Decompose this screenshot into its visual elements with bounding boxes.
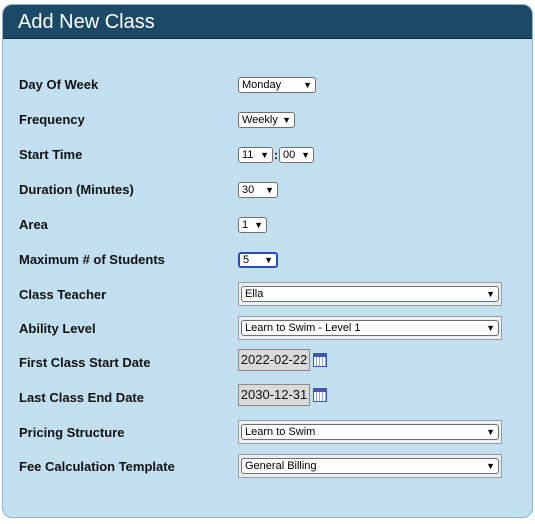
row-area: Area 1 ▼ <box>19 216 519 241</box>
start-hour-value: 11 <box>242 148 254 161</box>
fee-template-wrapper: General Billing ▼ <box>238 454 502 478</box>
max-students-select[interactable]: 5 ▼ <box>238 251 278 268</box>
time-separator: : <box>274 147 278 162</box>
row-class-teacher: Class Teacher Ella ▼ <box>19 282 519 311</box>
row-duration: Duration (Minutes) 30 ▼ <box>19 181 519 206</box>
max-students-label: Maximum # of Students <box>19 252 165 267</box>
last-class-end-input[interactable]: 2030-12-31 <box>238 384 310 406</box>
duration-value: 30 <box>242 183 255 196</box>
fee-template-value: General Billing <box>245 459 317 472</box>
area-value: 1 <box>242 218 249 231</box>
area-label: Area <box>19 217 48 232</box>
start-minute-select[interactable]: 00 ▼ <box>279 146 314 163</box>
ability-level-value: Learn to Swim - Level 1 <box>245 321 361 334</box>
add-class-panel: Add New Class Day Of Week Monday ▼ Frequ… <box>2 4 533 518</box>
pricing-structure-wrapper: Learn to Swim ▼ <box>238 420 502 444</box>
pricing-structure-value: Learn to Swim <box>245 425 316 438</box>
fee-template-label: Fee Calculation Template <box>19 459 175 474</box>
pricing-structure-label: Pricing Structure <box>19 425 125 440</box>
day-of-week-value: Monday <box>242 78 282 91</box>
ability-level-label: Ability Level <box>19 321 96 336</box>
chevron-down-icon: ▼ <box>486 426 495 437</box>
chevron-down-icon: ▼ <box>486 322 495 333</box>
start-minute-value: 00 <box>283 148 296 161</box>
row-last-class-end: Last Class End Date 2030-12-31 <box>19 384 519 414</box>
calendar-icon[interactable] <box>313 353 327 367</box>
day-of-week-label: Day Of Week <box>19 77 99 92</box>
duration-select[interactable]: 30 ▼ <box>238 181 278 198</box>
duration-label: Duration (Minutes) <box>19 182 134 197</box>
ability-level-wrapper: Learn to Swim - Level 1 ▼ <box>238 316 502 340</box>
chevron-down-icon: ▼ <box>301 149 310 160</box>
ability-level-select[interactable]: Learn to Swim - Level 1 ▼ <box>241 319 499 336</box>
row-pricing-structure: Pricing Structure Learn to Swim ▼ <box>19 420 519 449</box>
first-class-start-label: First Class Start Date <box>19 355 151 370</box>
start-time-label: Start Time <box>19 147 83 162</box>
frequency-label: Frequency <box>19 112 85 127</box>
chevron-down-icon: ▼ <box>264 254 273 265</box>
class-teacher-label: Class Teacher <box>19 287 107 302</box>
row-first-class-start: First Class Start Date 2022-02-22 <box>19 349 519 379</box>
chevron-down-icon: ▼ <box>486 288 495 299</box>
panel-title: Add New Class <box>3 5 532 39</box>
class-teacher-value: Ella <box>245 287 264 300</box>
row-frequency: Frequency Weekly ▼ <box>19 111 519 136</box>
chevron-down-icon: ▼ <box>260 149 269 160</box>
row-day-of-week: Day Of Week Monday ▼ <box>19 76 519 101</box>
frequency-select[interactable]: Weekly ▼ <box>238 111 295 128</box>
row-fee-template: Fee Calculation Template General Billing… <box>19 454 519 483</box>
chevron-down-icon: ▼ <box>486 460 495 471</box>
chevron-down-icon: ▼ <box>282 114 291 125</box>
chevron-down-icon: ▼ <box>265 184 274 195</box>
day-of-week-select[interactable]: Monday ▼ <box>238 76 316 93</box>
first-class-start-input[interactable]: 2022-02-22 <box>238 349 310 371</box>
pricing-structure-select[interactable]: Learn to Swim ▼ <box>241 423 499 440</box>
row-start-time: Start Time 11 ▼ : 00 ▼ <box>19 146 519 171</box>
row-ability-level: Ability Level Learn to Swim - Level 1 ▼ <box>19 316 519 345</box>
fee-template-select[interactable]: General Billing ▼ <box>241 457 499 474</box>
calendar-icon[interactable] <box>313 388 327 402</box>
start-hour-select[interactable]: 11 ▼ <box>238 146 273 163</box>
frequency-value: Weekly <box>242 113 278 126</box>
class-teacher-wrapper: Ella ▼ <box>238 282 502 306</box>
last-class-end-label: Last Class End Date <box>19 390 144 405</box>
class-teacher-select[interactable]: Ella ▼ <box>241 285 499 302</box>
chevron-down-icon: ▼ <box>303 79 312 90</box>
chevron-down-icon: ▼ <box>254 219 263 230</box>
row-max-students: Maximum # of Students 5 ▼ <box>19 251 519 276</box>
area-select[interactable]: 1 ▼ <box>238 216 267 233</box>
max-students-value: 5 <box>243 253 250 266</box>
